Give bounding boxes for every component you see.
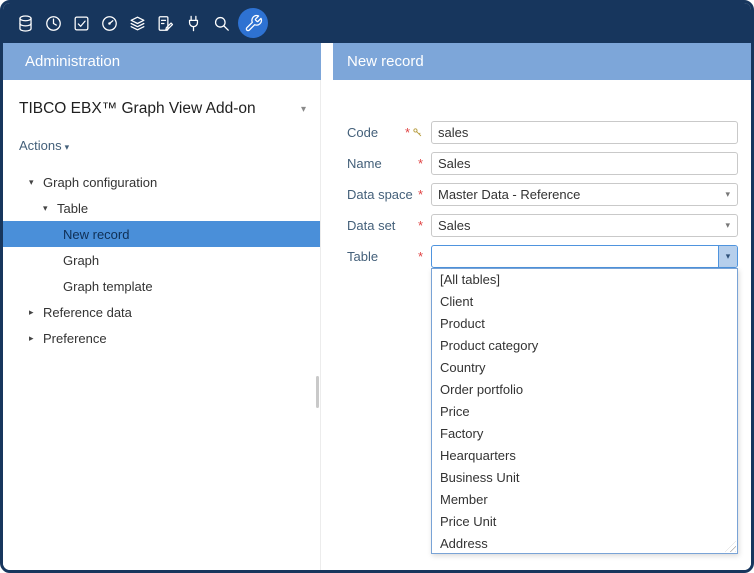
label-text: Data set	[347, 218, 395, 233]
tree-item-label: New record	[63, 227, 129, 242]
caret-right-icon[interactable]: ▸	[29, 307, 43, 318]
caret-down-icon: ▾	[725, 220, 730, 231]
tree-item-label: Graph template	[63, 279, 153, 294]
data-space-select[interactable]: Master Data - Reference ▾	[431, 183, 738, 206]
caret-down-icon: ▾	[65, 142, 70, 152]
tree-item-graph[interactable]: Graph	[3, 247, 320, 273]
caret-down-icon: ▾	[725, 189, 730, 200]
tree-item-label: Preference	[43, 331, 107, 346]
dropdown-option[interactable]: Country	[432, 357, 737, 379]
checkbox-icon[interactable]	[67, 9, 95, 37]
field-row-table: Table * ▾	[347, 245, 751, 268]
table-select[interactable]: ▾	[431, 245, 738, 268]
panel-gap	[321, 80, 333, 570]
sidebar-title-row: TIBCO EBX™ Graph View Add-on ▾	[19, 100, 306, 118]
field-label-data-space: Data space *	[347, 187, 431, 202]
header-gap	[321, 43, 333, 80]
tree-item-reference-data[interactable]: ▸ Reference data	[3, 299, 320, 325]
dropdown-option[interactable]: Product	[432, 313, 737, 335]
caret-down-icon[interactable]: ▾	[29, 177, 43, 188]
primary-key-icon	[412, 127, 423, 138]
new-record-form: Code * Name *	[333, 80, 751, 268]
record-form-panel: Code * Name *	[333, 80, 751, 570]
sidebar: TIBCO EBX™ Graph View Add-on ▾ Actions ▾ …	[3, 80, 321, 570]
dropdown-option[interactable]: Order portfolio	[432, 379, 737, 401]
required-marker: *	[418, 156, 423, 171]
code-input[interactable]	[431, 121, 738, 144]
tree-item-label: Table	[57, 201, 88, 216]
tree-item-preference[interactable]: ▸ Preference	[3, 325, 320, 351]
required-marker: *	[418, 187, 423, 202]
new-record-header: New record	[333, 43, 751, 80]
actions-menu-button[interactable]: Actions▾	[19, 138, 320, 153]
tree-item-label: Graph	[63, 253, 99, 268]
top-toolbar	[3, 3, 751, 43]
required-marker: *	[418, 249, 423, 264]
label-text: Table	[347, 249, 378, 264]
layers-icon[interactable]	[123, 9, 151, 37]
sidebar-scrollbar-thumb[interactable]	[316, 376, 319, 408]
field-label-table: Table *	[347, 249, 431, 264]
content-area: TIBCO EBX™ Graph View Add-on ▾ Actions ▾ …	[3, 80, 751, 570]
field-label-name: Name *	[347, 156, 431, 171]
field-row-code: Code *	[347, 121, 751, 144]
dropdown-option[interactable]: Price	[432, 401, 737, 423]
clock-icon[interactable]	[39, 9, 67, 37]
wrench-icon[interactable]	[238, 8, 268, 38]
form-edit-icon[interactable]	[151, 9, 179, 37]
name-input[interactable]	[431, 152, 738, 175]
gauge-icon[interactable]	[95, 9, 123, 37]
chevron-down-icon[interactable]: ▾	[301, 104, 306, 115]
field-row-name: Name *	[347, 152, 751, 175]
tree-item-label: Graph configuration	[43, 175, 157, 190]
dropdown-option[interactable]: Client	[432, 291, 737, 313]
dropdown-option[interactable]: [All tables]	[432, 269, 737, 291]
label-text: Name	[347, 156, 382, 171]
tree-item-new-record[interactable]: New record	[3, 221, 320, 247]
field-marks: *	[405, 125, 423, 140]
actions-label: Actions	[19, 138, 62, 153]
data-set-select[interactable]: Sales ▾	[431, 214, 738, 237]
selected-value: Sales	[432, 218, 471, 233]
search-icon[interactable]	[207, 9, 235, 37]
field-label-code: Code *	[347, 125, 431, 140]
administration-header: Administration	[3, 43, 321, 80]
caret-down-icon[interactable]: ▾	[43, 203, 57, 214]
field-row-data-set: Data set * Sales ▾	[347, 214, 751, 237]
database-icon[interactable]	[11, 9, 39, 37]
dropdown-toggle-button[interactable]: ▾	[718, 246, 737, 267]
field-row-data-space: Data space * Master Data - Reference ▾	[347, 183, 751, 206]
sidebar-title: TIBCO EBX™ Graph View Add-on	[19, 100, 256, 118]
section-headers: Administration New record	[3, 43, 751, 80]
table-dropdown-list: [All tables] Client Product Product cate…	[431, 268, 738, 554]
selected-value: Master Data - Reference	[432, 187, 580, 202]
tree-item-table[interactable]: ▾ Table	[3, 195, 320, 221]
tree-item-graph-template[interactable]: Graph template	[3, 273, 320, 299]
required-marker: *	[418, 218, 423, 233]
dropdown-option[interactable]: Address	[432, 533, 737, 555]
dropdown-option[interactable]: Member	[432, 489, 737, 511]
label-text: Data space	[347, 187, 413, 202]
caret-right-icon[interactable]: ▸	[29, 333, 43, 344]
tree-item-label: Reference data	[43, 305, 132, 320]
navigation-tree: ▾ Graph configuration ▾ Table New record…	[3, 169, 320, 351]
dropdown-option[interactable]: Product category	[432, 335, 737, 357]
field-label-data-set: Data set *	[347, 218, 431, 233]
tree-item-graph-configuration[interactable]: ▾ Graph configuration	[3, 169, 320, 195]
dropdown-option[interactable]: Hearquarters	[432, 445, 737, 467]
dropdown-option[interactable]: Business Unit	[432, 467, 737, 489]
dropdown-option[interactable]: Price Unit	[432, 511, 737, 533]
label-text: Code	[347, 125, 378, 140]
dropdown-option[interactable]: Factory	[432, 423, 737, 445]
app-window: Administration New record TIBCO EBX™ Gra…	[0, 0, 754, 573]
plug-icon[interactable]	[179, 9, 207, 37]
required-marker: *	[405, 125, 410, 140]
